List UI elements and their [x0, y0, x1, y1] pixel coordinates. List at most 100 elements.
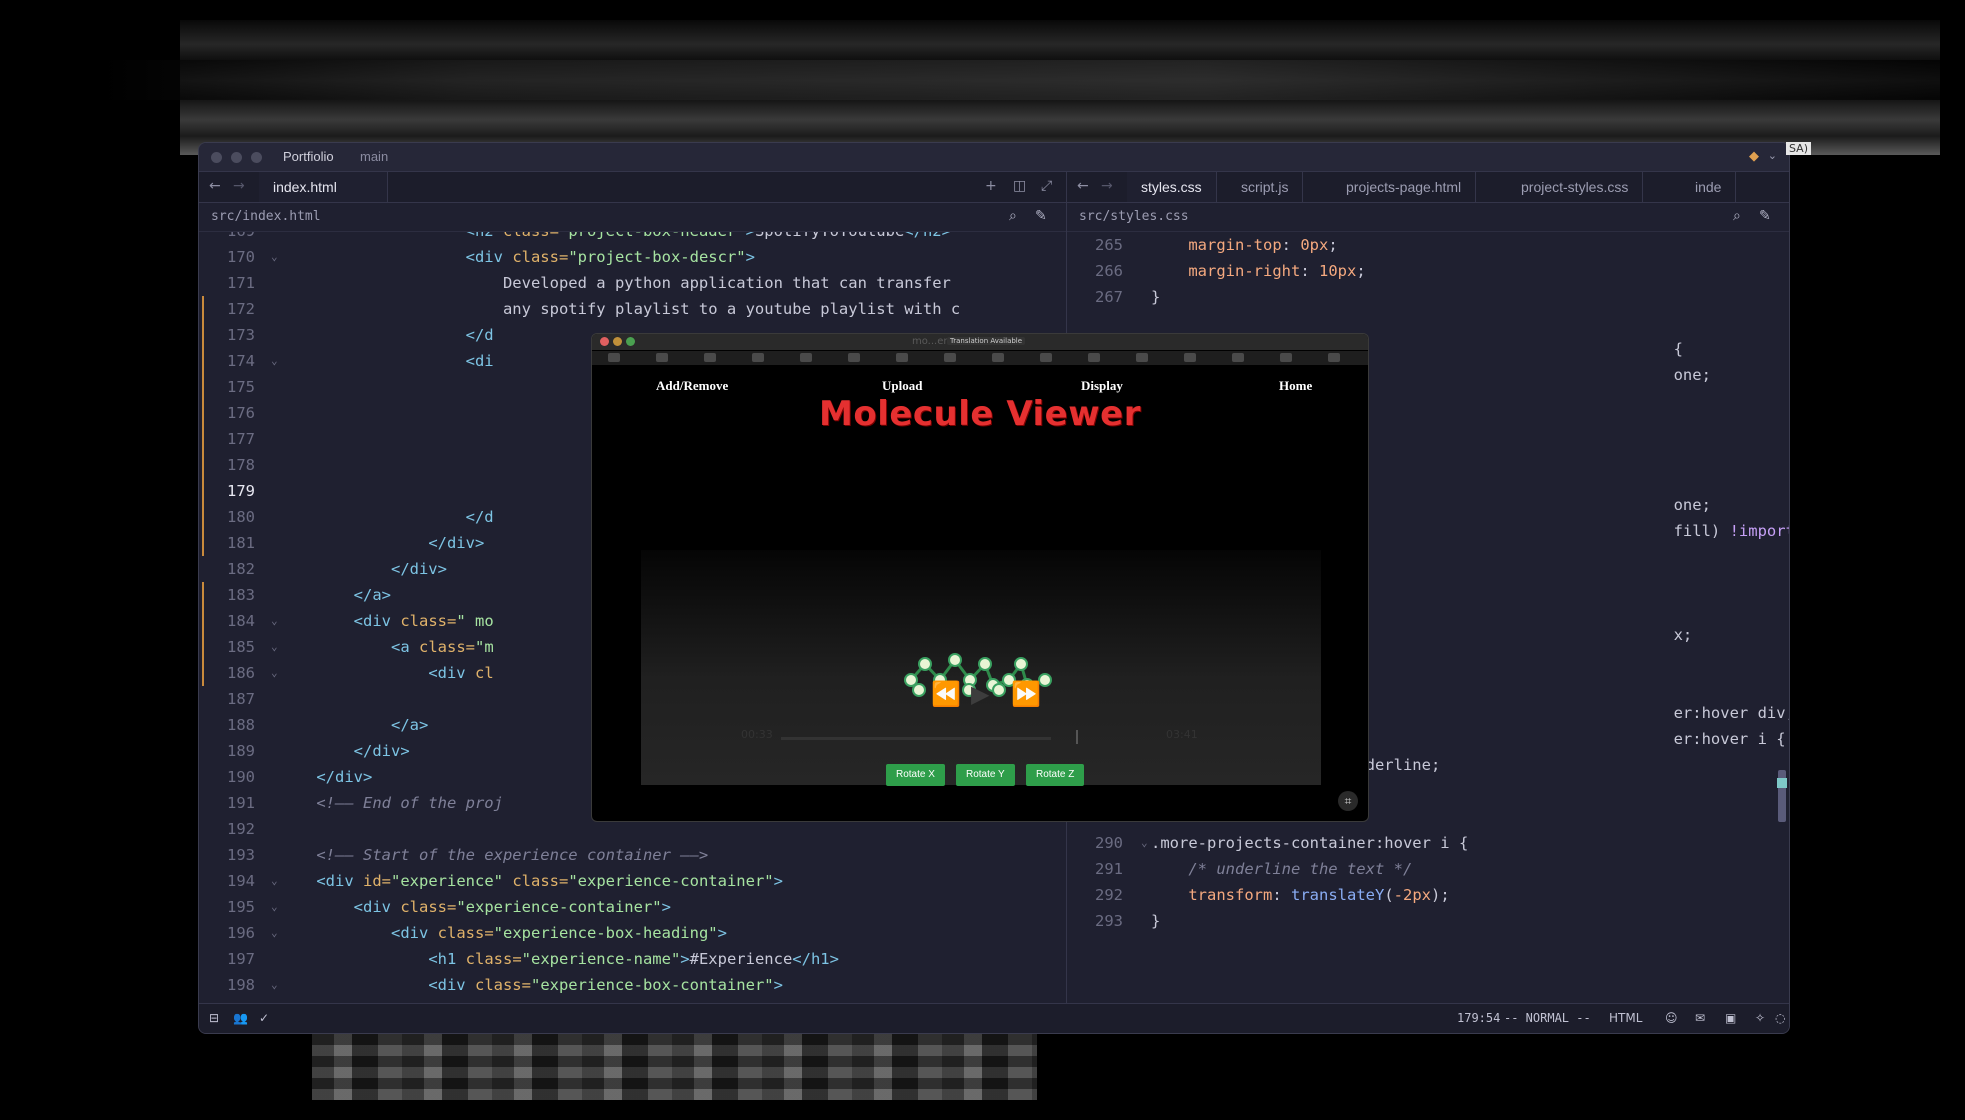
forward-arrow-icon[interactable]: →	[1101, 178, 1113, 194]
code-line[interactable]: 197 <h1 class="experience-name">#Experie…	[199, 946, 1066, 972]
magic-wand-icon[interactable]: ✎	[1035, 208, 1047, 224]
browser-tab[interactable]	[1184, 353, 1196, 362]
panel-toggle-icon[interactable]: ⊟	[209, 1011, 219, 1025]
browser-tab[interactable]	[608, 353, 620, 362]
forward-arrow-icon[interactable]: →	[233, 178, 245, 194]
fold-chevron-icon[interactable]: ⌄	[271, 972, 278, 998]
progress-knob[interactable]	[1076, 730, 1078, 744]
screenshot-icon[interactable]: ⌗	[1338, 791, 1358, 811]
nav-upload[interactable]: Upload	[882, 378, 922, 394]
tab-styles-css[interactable]: styles.css	[1127, 172, 1217, 202]
code-line[interactable]: 291 /* underline the text */	[1067, 856, 1789, 882]
fold-chevron-icon[interactable]: ⌄	[271, 660, 278, 686]
play-icon[interactable]: ▶	[971, 680, 989, 708]
code-line[interactable]: 292 transform: translateY(-2px);	[1067, 882, 1789, 908]
language-mode[interactable]: HTML	[1609, 1011, 1642, 1025]
branch-name[interactable]: main	[360, 149, 388, 164]
line-number: 184	[227, 612, 255, 630]
browser-tab[interactable]	[848, 353, 860, 362]
fold-chevron-icon[interactable]: ⌄	[271, 244, 278, 270]
minimize-window-button[interactable]	[231, 152, 242, 163]
code-line[interactable]: 171 Developed a python application that …	[199, 270, 1066, 296]
chat-icon[interactable]: ◌	[1775, 1011, 1785, 1025]
terminal-icon[interactable]: ▣	[1725, 1011, 1736, 1025]
search-icon[interactable]: ⌕	[1733, 208, 1741, 224]
rotate-x-button[interactable]: Rotate X	[886, 764, 945, 786]
code-line[interactable]: 266 margin-right: 10px;	[1067, 258, 1789, 284]
search-icon[interactable]: ⌕	[1009, 208, 1017, 224]
line-number: 196	[227, 924, 255, 942]
project-title[interactable]: Portfiolio	[283, 149, 334, 164]
tab-index-overflow[interactable]: inde	[1681, 172, 1737, 202]
code-line[interactable]: 267}	[1067, 284, 1789, 310]
check-icon[interactable]: ✓	[259, 1011, 269, 1025]
tab-projects-page-html[interactable]: projects-page.html	[1332, 172, 1477, 202]
browser-tab[interactable]	[944, 353, 956, 362]
code-line[interactable]: 293}	[1067, 908, 1789, 934]
rotate-z-button[interactable]: Rotate Z	[1026, 764, 1085, 786]
browser-tab[interactable]	[1328, 353, 1340, 362]
browser-tab[interactable]	[800, 353, 812, 362]
browser-tab[interactable]	[1232, 353, 1244, 362]
fold-chevron-icon[interactable]: ⌄	[271, 894, 278, 920]
zoom-window-button[interactable]	[251, 152, 262, 163]
chevron-down-icon[interactable]: ⌄	[1768, 149, 1777, 162]
browser-tab[interactable]	[656, 353, 668, 362]
code-line[interactable]: 290 ⌄ .more-projects-container:hover i {	[1067, 830, 1789, 856]
browser-tab[interactable]	[896, 353, 908, 362]
browser-tab[interactable]	[1280, 353, 1292, 362]
tab-project-styles-css[interactable]: project-styles.css	[1507, 172, 1644, 202]
code-line[interactable]: 196 ⌄ <div class="experience-box-heading"…	[199, 920, 1066, 946]
cursor-position[interactable]: 179:54	[1457, 1011, 1500, 1025]
close-window-button[interactable]	[600, 337, 609, 346]
code-line[interactable]: 265 margin-top: 0px;	[1067, 232, 1789, 258]
line-number: 186	[227, 664, 255, 682]
fold-chevron-icon[interactable]: ⌄	[271, 348, 278, 374]
video-player-window[interactable]: mo...er.mov Translation Available Add/Re…	[591, 333, 1369, 822]
split-pane-icon[interactable]: ◫	[1013, 178, 1026, 194]
line-number: 173	[227, 326, 255, 344]
copilot-icon[interactable]: ☺	[1665, 1011, 1678, 1025]
mail-icon[interactable]: ✉	[1695, 1011, 1705, 1025]
minimize-window-button[interactable]	[613, 337, 622, 346]
nav-add-remove[interactable]: Add/Remove	[656, 378, 728, 394]
fold-chevron-icon[interactable]: ⌄	[1141, 830, 1148, 856]
fold-chevron-icon[interactable]: ⌄	[271, 868, 278, 894]
code-line[interactable]: 198 ⌄ <div class="experience-box-containe…	[199, 972, 1066, 998]
nav-display[interactable]: Display	[1081, 378, 1123, 394]
browser-tab[interactable]	[1088, 353, 1100, 362]
zoom-window-button[interactable]	[626, 337, 635, 346]
code-line[interactable]: 170 ⌄ <div class="project-box-descr">	[199, 244, 1066, 270]
browser-tab[interactable]	[752, 353, 764, 362]
rewind-icon[interactable]: ⏪	[931, 680, 961, 708]
user-avatar-icon[interactable]: ◆	[1749, 149, 1759, 164]
fold-chevron-icon[interactable]: ⌄	[271, 634, 278, 660]
code-line[interactable]: 195 ⌄ <div class="experience-container">	[199, 894, 1066, 920]
tab-script-js[interactable]: script.js	[1227, 172, 1304, 202]
assistant-icon[interactable]: ✧	[1755, 1011, 1765, 1025]
browser-tab[interactable]	[704, 353, 716, 362]
code-line[interactable]: 169 <h2 class= project-box-header >Spoti…	[199, 232, 1066, 244]
collaborators-icon[interactable]: 👥	[233, 1011, 248, 1025]
browser-tab[interactable]	[1136, 353, 1148, 362]
back-arrow-icon[interactable]: ←	[1077, 178, 1089, 194]
fold-chevron-icon[interactable]: ⌄	[271, 920, 278, 946]
maximize-icon[interactable]: ⤢	[1041, 178, 1052, 194]
code-line[interactable]: 193 <!—— Start of the experience contain…	[199, 842, 1066, 868]
browser-tab[interactable]	[1040, 353, 1052, 362]
rotate-y-button[interactable]: Rotate Y	[956, 764, 1015, 786]
magic-wand-icon[interactable]: ✎	[1759, 208, 1771, 224]
nav-home[interactable]: Home	[1279, 378, 1312, 394]
browser-tab[interactable]	[992, 353, 1004, 362]
tab-index-html[interactable]: index.html	[259, 172, 388, 202]
close-window-button[interactable]	[211, 152, 222, 163]
progress-track[interactable]	[781, 737, 1051, 740]
back-arrow-icon[interactable]: ←	[209, 178, 221, 194]
code-line[interactable]: 194 ⌄ <div id="experience" class="experie…	[199, 868, 1066, 894]
code-line[interactable]: 172 any spotify playlist to a youtube pl…	[199, 296, 1066, 322]
left-path-bar: src/index.html ⌕ ✎	[199, 203, 1066, 232]
translation-badge[interactable]: Translation Available	[947, 337, 1026, 345]
fold-chevron-icon[interactable]: ⌄	[271, 608, 278, 634]
fast-forward-icon[interactable]: ⏩	[1011, 680, 1041, 708]
plus-icon[interactable]: +	[985, 178, 997, 194]
